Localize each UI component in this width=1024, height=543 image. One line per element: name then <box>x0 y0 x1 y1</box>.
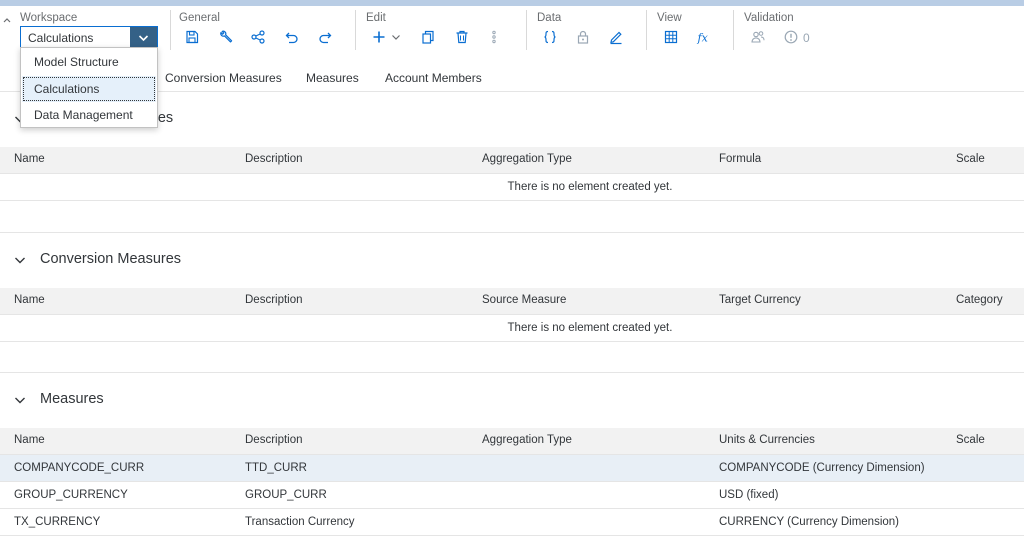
general-group: General <box>171 6 355 56</box>
section-header-measures[interactable]: Measures <box>0 388 200 412</box>
cell-name: COMPANYCODE_CURR <box>14 462 145 474</box>
cell-units: USD (fixed) <box>719 489 779 501</box>
warning-circle-icon[interactable] <box>783 29 799 45</box>
column-header[interactable]: Target Currency <box>719 294 801 306</box>
column-header[interactable]: Name <box>14 434 45 446</box>
workspace-option-model-structure[interactable]: Model Structure <box>21 49 157 75</box>
table-header: Name Description Aggregation Type Units … <box>0 428 1024 455</box>
chevron-down-icon[interactable] <box>14 254 26 266</box>
empty-message: There is no element created yet. <box>507 322 673 334</box>
section-header-conversion[interactable]: Conversion Measures <box>0 248 260 272</box>
cell-description: TTD_CURR <box>245 462 307 474</box>
column-header[interactable]: Category <box>956 294 1003 306</box>
validation-title: Validation <box>744 12 794 24</box>
column-header[interactable]: Scale <box>956 434 985 446</box>
workspace-select[interactable]: Calculations <box>20 26 158 49</box>
section-title-conversion: Conversion Measures <box>40 251 182 267</box>
share-icon[interactable] <box>250 29 266 45</box>
view-title: View <box>657 12 682 24</box>
undo-icon[interactable] <box>284 29 300 45</box>
empty-message: There is no element created yet. <box>507 181 673 193</box>
workspace-title: Workspace <box>20 12 78 24</box>
column-header[interactable]: Formula <box>719 153 761 165</box>
measures-table: Name Description Aggregation Type Units … <box>0 428 1024 536</box>
wrench-icon[interactable] <box>218 29 234 45</box>
users-icon[interactable] <box>750 29 766 45</box>
column-header[interactable]: Scale <box>956 153 985 165</box>
chevron-down-icon[interactable] <box>14 394 26 406</box>
table-row: There is no element created yet. <box>0 174 1024 201</box>
tab-conversion-measures[interactable]: Conversion Measures <box>165 71 282 85</box>
column-header[interactable]: Aggregation Type <box>482 434 572 446</box>
edit-title: Edit <box>366 12 386 24</box>
braces-icon[interactable] <box>542 29 558 45</box>
column-header[interactable]: Aggregation Type <box>482 153 572 165</box>
more-icon[interactable] <box>486 29 502 45</box>
column-header[interactable]: Units & Currencies <box>719 434 815 446</box>
cell-description: Transaction Currency <box>245 516 355 528</box>
delete-icon[interactable] <box>454 29 470 45</box>
workspace-select-value: Calculations <box>28 31 94 45</box>
chevron-down-icon[interactable] <box>391 29 401 45</box>
lock-icon[interactable] <box>575 29 591 45</box>
workspace-dropdown: Model Structure Calculations Data Manage… <box>20 47 158 128</box>
svg-text:fx: fx <box>697 32 709 45</box>
column-header[interactable]: Description <box>245 434 303 446</box>
table-header: Name Description Aggregation Type Formul… <box>0 147 1024 174</box>
workspace-option-calculations[interactable]: Calculations <box>22 76 156 102</box>
tab-measures[interactable]: Measures <box>306 71 359 85</box>
view-group: View fx <box>647 6 733 56</box>
calculated-table: Name Description Aggregation Type Formul… <box>0 147 1024 201</box>
table-row[interactable]: COMPANYCODE_CURR TTD_CURR COMPANYCODE (C… <box>0 455 1024 482</box>
cell-units: CURRENCY (Currency Dimension) <box>719 516 899 528</box>
table-row: There is no element created yet. <box>0 315 1024 342</box>
grid-icon[interactable] <box>663 29 679 45</box>
redo-icon[interactable] <box>317 29 333 45</box>
add-icon[interactable] <box>371 29 387 45</box>
validation-count: 0 <box>803 31 810 45</box>
edit-pencil-icon[interactable] <box>608 29 624 45</box>
cell-name: TX_CURRENCY <box>14 516 101 528</box>
edit-group: Edit <box>356 6 526 56</box>
cell-name: GROUP_CURRENCY <box>14 489 128 501</box>
cell-description: GROUP_CURR <box>245 489 327 501</box>
section-title-measures: Measures <box>40 391 104 407</box>
save-icon[interactable] <box>184 29 200 45</box>
chevron-down-icon[interactable] <box>130 27 157 48</box>
column-header[interactable]: Description <box>245 153 303 165</box>
divider <box>0 372 1024 373</box>
tab-account-members[interactable]: Account Members <box>385 71 482 85</box>
table-row[interactable]: GROUP_CURRENCY GROUP_CURR USD (fixed) <box>0 482 1024 509</box>
table-header: Name Description Source Measure Target C… <box>0 288 1024 315</box>
divider <box>0 232 1024 233</box>
copy-icon[interactable] <box>420 29 436 45</box>
column-header[interactable]: Name <box>14 294 45 306</box>
column-header[interactable]: Source Measure <box>482 294 566 306</box>
workspace-option-data-management[interactable]: Data Management <box>21 102 157 128</box>
column-header[interactable]: Name <box>14 153 45 165</box>
formula-icon[interactable]: fx <box>696 29 712 45</box>
conversion-table: Name Description Source Measure Target C… <box>0 288 1024 342</box>
column-header[interactable]: Description <box>245 294 303 306</box>
general-title: General <box>179 12 220 24</box>
cell-units: COMPANYCODE (Currency Dimension) <box>719 462 925 474</box>
data-title: Data <box>537 12 562 24</box>
validation-group: Validation 0 <box>734 6 854 56</box>
table-row[interactable]: TX_CURRENCY Transaction Currency CURRENC… <box>0 509 1024 536</box>
data-group: Data <box>527 6 646 56</box>
